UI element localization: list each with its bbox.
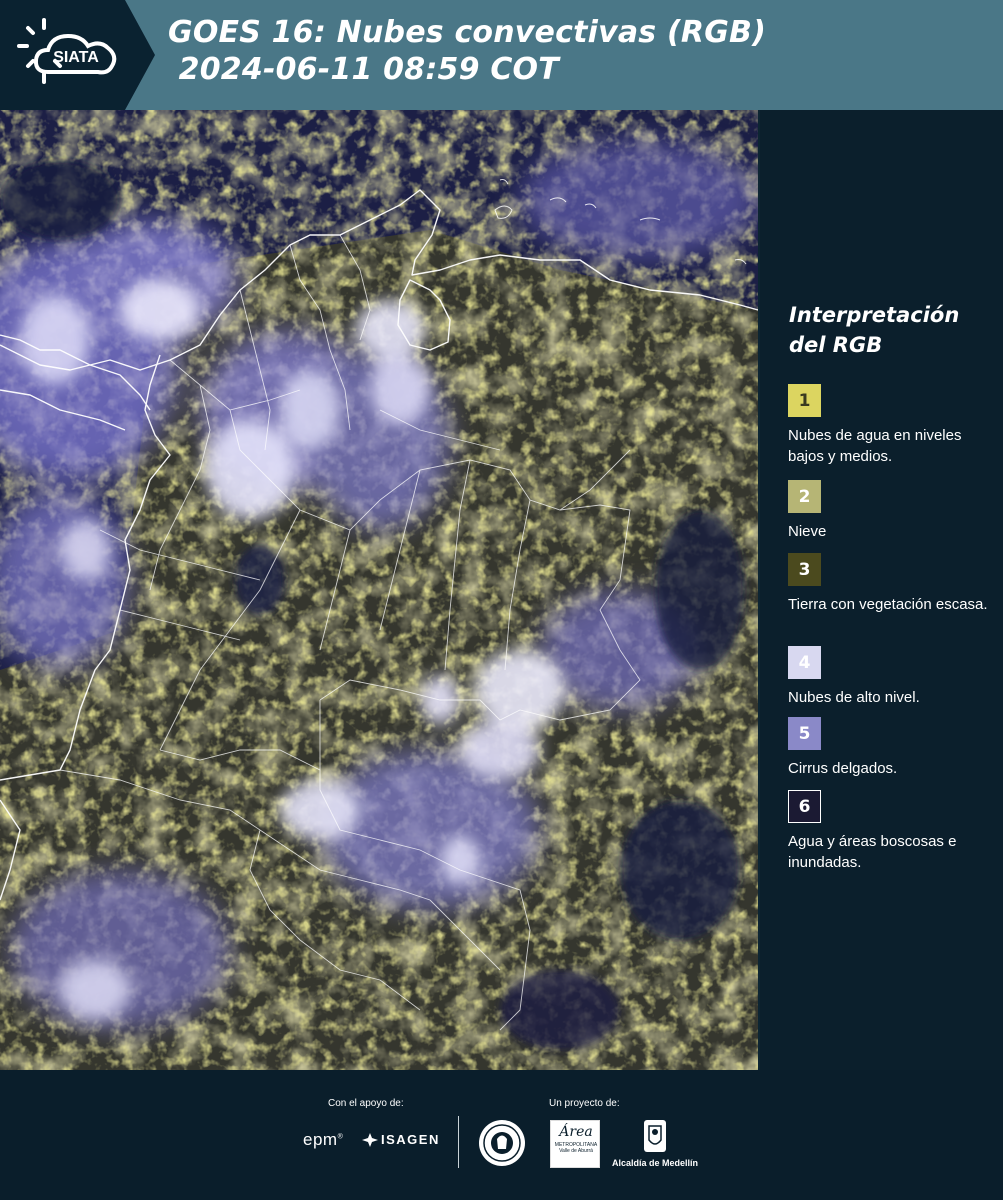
legend-item-1: 1 Nubes de agua en niveles bajos y medio…: [788, 384, 1000, 467]
siata-logo: SIATA: [0, 0, 155, 110]
area-logo-text: Área: [559, 1124, 593, 1140]
isagen-mark-icon: [362, 1132, 378, 1147]
legend-swatch-2: 2: [788, 480, 821, 513]
support-label: Con el apoyo de:: [328, 1098, 404, 1109]
legend-item-2: 2 Nieve: [788, 480, 1000, 542]
legend-label-1: Nubes de agua en niveles bajos y medios.: [788, 427, 962, 465]
legend-item-5: 5 Cirrus delgados.: [788, 717, 1000, 779]
legend-swatch-5: 5: [788, 717, 821, 750]
legend-swatch-4: 4: [788, 646, 821, 679]
footer: Con el apoyo de: Un proyecto de: epm® IS…: [0, 1070, 1003, 1200]
legend-swatch-6: 6: [788, 790, 821, 823]
epm-logo: epm®: [303, 1130, 344, 1149]
alcaldia-shield-icon: [641, 1118, 669, 1158]
legend-label-3: Tierra con vegetación escasa.: [788, 596, 988, 613]
title-line-1: GOES 16: Nubes convectivas (RGB): [168, 15, 767, 50]
header-bar: SIATA GOES 16: Nubes convectivas (RGB) 2…: [0, 0, 1003, 110]
legend-label-2: Nieve: [788, 523, 827, 540]
area-metropolitana-text: Área METROPOLITANA Valle de Aburrá: [552, 1125, 600, 1168]
legend-item-4: 4 Nubes de alto nivel.: [788, 646, 1000, 708]
legend-item-6: 6 Agua y áreas boscosas e inundadas.: [788, 790, 1000, 873]
legend-swatch-1: 1: [788, 384, 821, 417]
legend-label-4: Nubes de alto nivel.: [788, 689, 920, 706]
legend-label-5: Cirrus delgados.: [788, 760, 898, 777]
isagen-logo-text: ISAGEN: [381, 1132, 440, 1147]
legend-item-3: 3 Tierra con vegetación escasa.: [788, 553, 1000, 615]
satellite-map: [0, 110, 758, 1070]
footer-divider: [458, 1116, 459, 1168]
alcaldia-medellin-text: Alcaldía de Medellín: [612, 1158, 699, 1168]
project-label: Un proyecto de:: [549, 1098, 620, 1109]
legend-swatch-3: 3: [788, 553, 821, 586]
isagen-logo: ISAGEN: [362, 1132, 440, 1147]
epm-logo-text: epm: [303, 1130, 338, 1149]
area-sub-2: Valle de Aburrá: [559, 1148, 593, 1154]
title-datetime: 2024-06-11 08:59 COT: [168, 52, 559, 87]
legend-label-6: Agua y áreas boscosas e inundadas.: [788, 833, 957, 871]
medellin-seal-icon: [478, 1118, 526, 1172]
logo-text: SIATA: [53, 49, 99, 66]
legend-title: Interpretación del RGB: [789, 303, 960, 357]
page-title: GOES 16: Nubes convectivas (RGB) 2024-06…: [168, 14, 766, 88]
legend-panel: Interpretación del RGB 1 Nubes de agua e…: [760, 110, 1003, 1070]
